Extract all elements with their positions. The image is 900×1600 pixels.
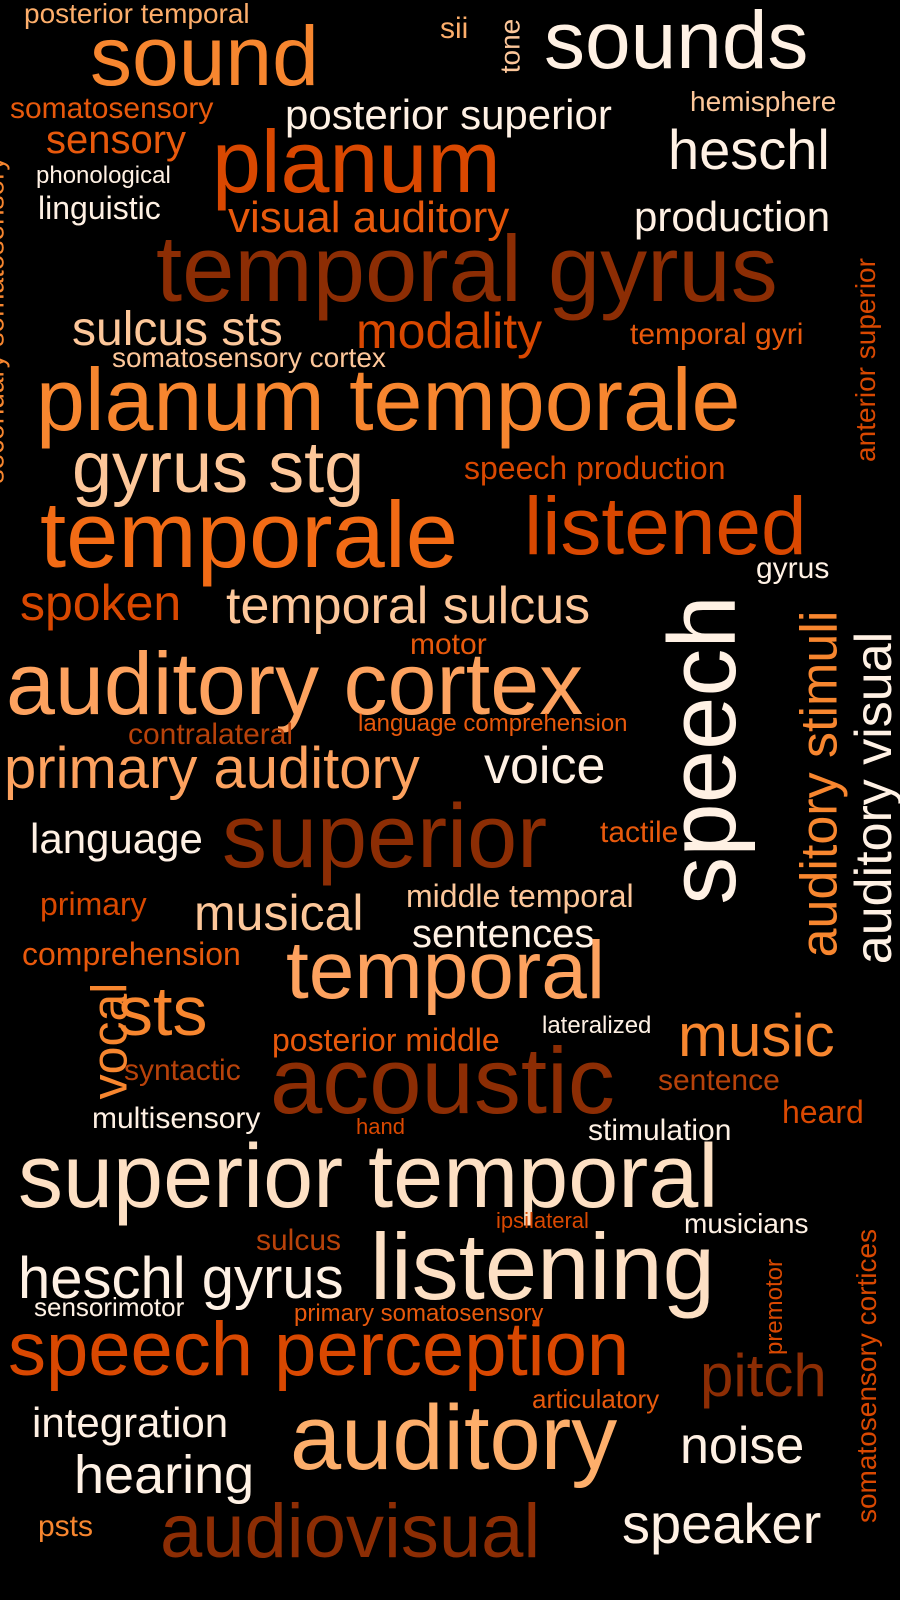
word: heard [782, 1094, 864, 1130]
word: voice [484, 737, 606, 795]
word: tactile [600, 816, 679, 849]
word: auditory stimuli [790, 610, 849, 958]
word: music [678, 1002, 835, 1069]
word: acoustic [270, 1028, 615, 1133]
word: phonological [36, 162, 171, 189]
word-cloud: posterior temporal sound sii tone sounds… [0, 0, 900, 1600]
word: sounds [544, 0, 809, 86]
word: language comprehension [358, 710, 628, 737]
word: temporal gyrus [156, 216, 778, 321]
word: heschl [668, 118, 830, 181]
word: noise [680, 1417, 805, 1475]
word: temporal [286, 925, 606, 1016]
word: somatosensory cortices [851, 1228, 883, 1524]
word: sii [440, 12, 469, 45]
word: gyrus [756, 552, 830, 585]
word: speaker [622, 1492, 822, 1555]
word: speech perception [8, 1307, 630, 1392]
word: psts [38, 1510, 94, 1543]
word: hemisphere [690, 86, 837, 117]
word: language [30, 815, 203, 862]
word: tone [494, 18, 526, 74]
word: temporal sulcus [226, 577, 591, 635]
word: integration [32, 1399, 229, 1446]
word: sts [118, 972, 208, 1050]
word: sentence [658, 1064, 780, 1097]
word: audiovisual [160, 1489, 541, 1574]
word: superior temporal [18, 1127, 719, 1227]
word: comprehension [22, 936, 241, 972]
word: sound [90, 9, 319, 103]
word: temporal gyri [630, 318, 804, 351]
word: superior [222, 787, 548, 887]
word: spoken [20, 575, 182, 631]
word: premotor [761, 1258, 789, 1356]
word: secondary somatosensory [0, 156, 10, 484]
word: sensory [46, 118, 187, 162]
word: primary [40, 886, 147, 922]
word: middle temporal [406, 878, 634, 914]
word: speech production [464, 450, 726, 486]
word: syntactic [124, 1054, 241, 1087]
word: speech [648, 595, 756, 905]
word: auditory visual [845, 631, 900, 965]
word: anterior superior [849, 258, 881, 462]
word: pitch [700, 1342, 827, 1409]
word: auditory [290, 1387, 618, 1489]
word: linguistic [38, 190, 161, 226]
word: temporale [40, 482, 458, 587]
